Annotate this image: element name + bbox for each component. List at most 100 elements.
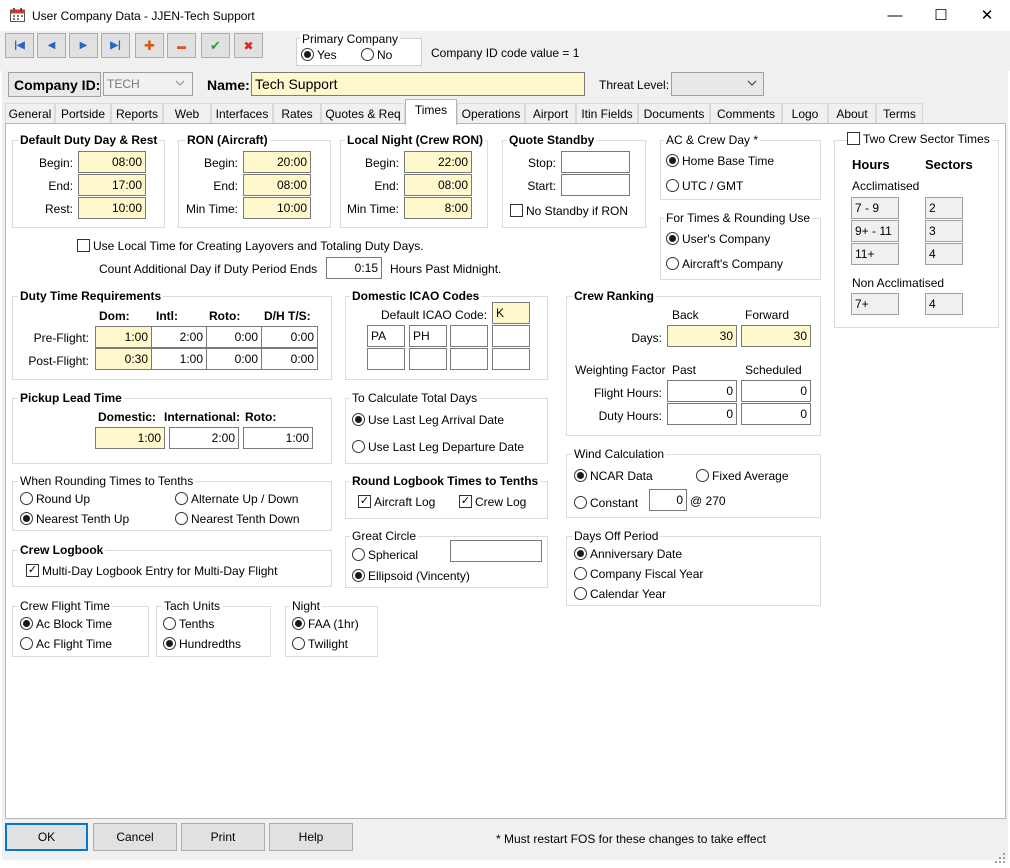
night-begin-input[interactable]: 22:00: [404, 151, 472, 173]
tab-reports[interactable]: Reports: [111, 103, 163, 124]
default-icao-input[interactable]: K: [492, 302, 530, 324]
icao-code-8[interactable]: [492, 348, 530, 370]
delete-record-button[interactable]: ▬: [167, 33, 196, 58]
icao-code-7[interactable]: [450, 348, 488, 370]
next-record-button[interactable]: ▶: [69, 33, 98, 58]
non-acclimatised-hours[interactable]: 7+: [851, 293, 899, 315]
cancel-button[interactable]: Cancel: [93, 823, 177, 851]
icao-code-2[interactable]: PH: [409, 325, 447, 347]
tab-airport[interactable]: Airport: [525, 103, 576, 124]
last-record-button[interactable]: ▶|: [101, 33, 130, 58]
constant-wind-input[interactable]: 0: [649, 489, 687, 511]
icao-code-5[interactable]: [367, 348, 405, 370]
round-up-radio[interactable]: [20, 492, 33, 505]
constant-radio[interactable]: [574, 496, 587, 509]
pickup-international-input[interactable]: 2:00: [169, 427, 239, 449]
multi-day-logbook-checkbox[interactable]: ✓: [26, 564, 39, 577]
tab-logo[interactable]: Logo: [782, 103, 828, 124]
tach-tenths-radio[interactable]: [163, 617, 176, 630]
hours-past-midnight-input[interactable]: 0:15: [326, 257, 382, 279]
tab-general[interactable]: General: [5, 103, 55, 124]
tach-hundredths-radio[interactable]: [163, 637, 176, 650]
tab-interfaces[interactable]: Interfaces: [211, 103, 273, 124]
crew-log-checkbox[interactable]: ✓: [459, 495, 472, 508]
ac-flight-time-radio[interactable]: [20, 637, 33, 650]
save-record-button[interactable]: ✔: [201, 33, 230, 58]
tab-rates[interactable]: Rates: [273, 103, 321, 124]
spherical-radio[interactable]: [352, 548, 365, 561]
tab-operations[interactable]: Operations: [457, 103, 525, 124]
days-back-input[interactable]: 30: [667, 325, 737, 347]
arrival-date-radio[interactable]: [352, 413, 365, 426]
pickup-domestic-input[interactable]: 1:00: [95, 427, 165, 449]
duty-rest-input[interactable]: 10:00: [78, 197, 146, 219]
acclimatised-hours-1[interactable]: 7 - 9: [851, 197, 899, 219]
ellipsoid-radio[interactable]: [352, 569, 365, 582]
ac-block-time-radio[interactable]: [20, 617, 33, 630]
icao-code-4[interactable]: [492, 325, 530, 347]
users-company-radio[interactable]: [666, 232, 679, 245]
pre-flight-dh-input[interactable]: 0:00: [261, 326, 318, 348]
tab-web[interactable]: Web: [163, 103, 211, 124]
anniversary-date-radio[interactable]: [574, 547, 587, 560]
pickup-roto-input[interactable]: 1:00: [243, 427, 313, 449]
primary-yes-radio[interactable]: [301, 48, 314, 61]
post-flight-dom-input[interactable]: 0:30: [95, 348, 152, 370]
acclimatised-hours-3[interactable]: 11+: [851, 243, 899, 265]
ron-begin-input[interactable]: 20:00: [243, 151, 311, 173]
acclimatised-sectors-3[interactable]: 4: [925, 243, 963, 265]
tab-comments[interactable]: Comments: [710, 103, 782, 124]
acclimatised-sectors-1[interactable]: 2: [925, 197, 963, 219]
nearest-tenth-down-radio[interactable]: [175, 512, 188, 525]
fiscal-year-radio[interactable]: [574, 567, 587, 580]
duty-hours-past-input[interactable]: 0: [667, 403, 737, 425]
aircraft-company-radio[interactable]: [666, 257, 679, 270]
use-local-time-checkbox[interactable]: [77, 239, 90, 252]
home-base-radio[interactable]: [666, 154, 679, 167]
no-standby-checkbox[interactable]: [510, 204, 523, 217]
aircraft-log-checkbox[interactable]: ✓: [358, 495, 371, 508]
night-min-input[interactable]: 8:00: [404, 197, 472, 219]
icao-code-3[interactable]: [450, 325, 488, 347]
tab-times[interactable]: Times: [405, 99, 457, 125]
duty-hours-scheduled-input[interactable]: 0: [741, 403, 811, 425]
post-flight-dh-input[interactable]: 0:00: [261, 348, 318, 370]
cancel-record-button[interactable]: ✖: [234, 33, 263, 58]
nearest-tenth-up-radio[interactable]: [20, 512, 33, 525]
icao-code-1[interactable]: PA: [367, 325, 405, 347]
duty-begin-input[interactable]: 08:00: [78, 151, 146, 173]
duty-end-input[interactable]: 17:00: [78, 174, 146, 196]
utc-gmt-radio[interactable]: [666, 179, 679, 192]
faa-radio[interactable]: [292, 617, 305, 630]
flight-hours-scheduled-input[interactable]: 0: [741, 380, 811, 402]
calendar-year-radio[interactable]: [574, 587, 587, 600]
tab-terms[interactable]: Terms: [876, 103, 923, 124]
icao-code-6[interactable]: [409, 348, 447, 370]
pre-flight-roto-input[interactable]: 0:00: [206, 326, 262, 348]
great-circle-input[interactable]: [450, 540, 542, 562]
primary-no-radio[interactable]: [361, 48, 374, 61]
first-record-button[interactable]: |◀: [5, 33, 34, 58]
fixed-average-radio[interactable]: [696, 469, 709, 482]
pre-flight-dom-input[interactable]: 1:00: [95, 326, 152, 348]
acclimatised-sectors-2[interactable]: 3: [925, 220, 963, 242]
acclimatised-hours-2[interactable]: 9+ - 11: [851, 220, 899, 242]
standby-start-input[interactable]: [561, 174, 630, 196]
pre-flight-intl-input[interactable]: 2:00: [151, 326, 207, 348]
post-flight-intl-input[interactable]: 1:00: [151, 348, 207, 370]
days-forward-input[interactable]: 30: [741, 325, 811, 347]
ron-end-input[interactable]: 08:00: [243, 174, 311, 196]
resize-grip-icon[interactable]: [994, 852, 1006, 864]
post-flight-roto-input[interactable]: 0:00: [206, 348, 262, 370]
add-record-button[interactable]: ✚: [135, 33, 164, 58]
departure-date-radio[interactable]: [352, 440, 365, 453]
maximize-button[interactable]: ☐: [918, 0, 964, 31]
ron-min-input[interactable]: 10:00: [243, 197, 311, 219]
ok-button[interactable]: OK: [5, 823, 88, 851]
flight-hours-past-input[interactable]: 0: [667, 380, 737, 402]
minimize-button[interactable]: —: [872, 0, 918, 31]
tab-about[interactable]: About: [828, 103, 876, 124]
non-acclimatised-sectors[interactable]: 4: [925, 293, 963, 315]
night-end-input[interactable]: 08:00: [404, 174, 472, 196]
name-input[interactable]: Tech Support: [251, 72, 585, 96]
